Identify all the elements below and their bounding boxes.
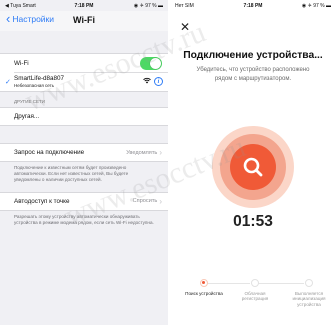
connecting-description: Убедитесь, что устройство расположено ря… — [196, 67, 310, 82]
wifi-signal-icon — [143, 77, 151, 86]
device-connecting-screen: Нет SIM 7:18 PM ◉ ✈ 97 % ▬ ✕ Подключение… — [170, 0, 336, 325]
status-bar: ◀ Tuya Smart 7:18 PM ◉ ✈ 97 % ▬ — [0, 0, 168, 11]
auto-hotspot-group: Автодоступ к точке Спросить › — [0, 191, 168, 211]
search-pulse-animation — [212, 126, 294, 208]
other-network-label: Другая... — [14, 113, 40, 120]
connecting-title: Подключение устройства... — [183, 50, 323, 61]
step-label: Выполняется инициализация устройства — [292, 291, 326, 307]
auto-hotspot-footnote: Разрешать этому устройству автоматически… — [14, 213, 154, 225]
other-network-row[interactable]: Другая... — [0, 108, 168, 125]
auto-hotspot-label: Автодоступ к точке — [14, 197, 70, 205]
step-label: Облачная регистрация — [241, 291, 269, 302]
ask-to-join-value: Уведомлять — [126, 149, 158, 156]
ask-to-join-footnote: Подключение к известным сетям будет прои… — [14, 165, 129, 183]
network-security-label: Небезопасная сеть — [14, 83, 55, 88]
chevron-right-icon: › — [159, 196, 162, 206]
status-bar: Нет SIM 7:18 PM ◉ ✈ 97 % ▬ — [170, 0, 336, 11]
step-indicator — [305, 279, 313, 287]
step-label: Поиск устройства — [185, 291, 223, 296]
ask-to-join-group: Запрос на подключение Уведомлять › — [0, 143, 168, 162]
other-networks-header: ДРУГИЕ СЕТИ — [14, 99, 45, 104]
ask-to-join-label: Запрос на подключение — [14, 149, 85, 156]
page-title: Wi-Fi — [73, 15, 95, 25]
progress-steps: Поиск устройства Облачная регистрация Вы… — [184, 279, 326, 319]
battery-indicator: ◉ ✈ 97 % ▬ — [133, 2, 163, 9]
network-name: SmartLife-d8a807 — [14, 75, 65, 82]
step-device-initialization: Выполняется инициализация устройства — [289, 279, 329, 307]
wifi-toggle-row: Wi-Fi — [0, 54, 168, 72]
connected-network-row[interactable]: ✓ SmartLife-d8a807 Небезопасная сеть i — [0, 72, 168, 91]
ask-to-join-row[interactable]: Запрос на подключение Уведомлять › — [0, 144, 168, 161]
step-indicator — [200, 279, 208, 287]
battery-indicator: ◉ ✈ 97 % ▬ — [301, 2, 331, 9]
step-cloud-registration: Облачная регистрация — [235, 279, 275, 302]
countdown-timer: 01:53 — [233, 213, 273, 230]
step-indicator — [251, 279, 259, 287]
auto-hotspot-value: Спросить — [132, 198, 158, 205]
checkmark-icon: ✓ — [5, 78, 11, 86]
other-networks-group: Другая... — [0, 107, 168, 126]
wifi-toggle-label: Wi-Fi — [14, 59, 29, 67]
wifi-toggle-switch[interactable] — [140, 56, 162, 70]
info-icon[interactable]: i — [154, 77, 163, 86]
wifi-settings-screen: ◀ Tuya Smart 7:18 PM ◉ ✈ 97 % ▬ ‹ Настро… — [0, 0, 168, 325]
chevron-right-icon: › — [159, 148, 162, 157]
close-icon[interactable]: ✕ — [180, 21, 190, 33]
auto-hotspot-row[interactable]: Автодоступ к точке Спросить › — [0, 193, 168, 210]
navigation-bar: ‹ Настройки Wi-Fi — [0, 11, 168, 31]
step-search-device: Поиск устройства — [184, 279, 224, 296]
wifi-group: Wi-Fi ✓ SmartLife-d8a807 Небезопасная се… — [0, 53, 168, 92]
